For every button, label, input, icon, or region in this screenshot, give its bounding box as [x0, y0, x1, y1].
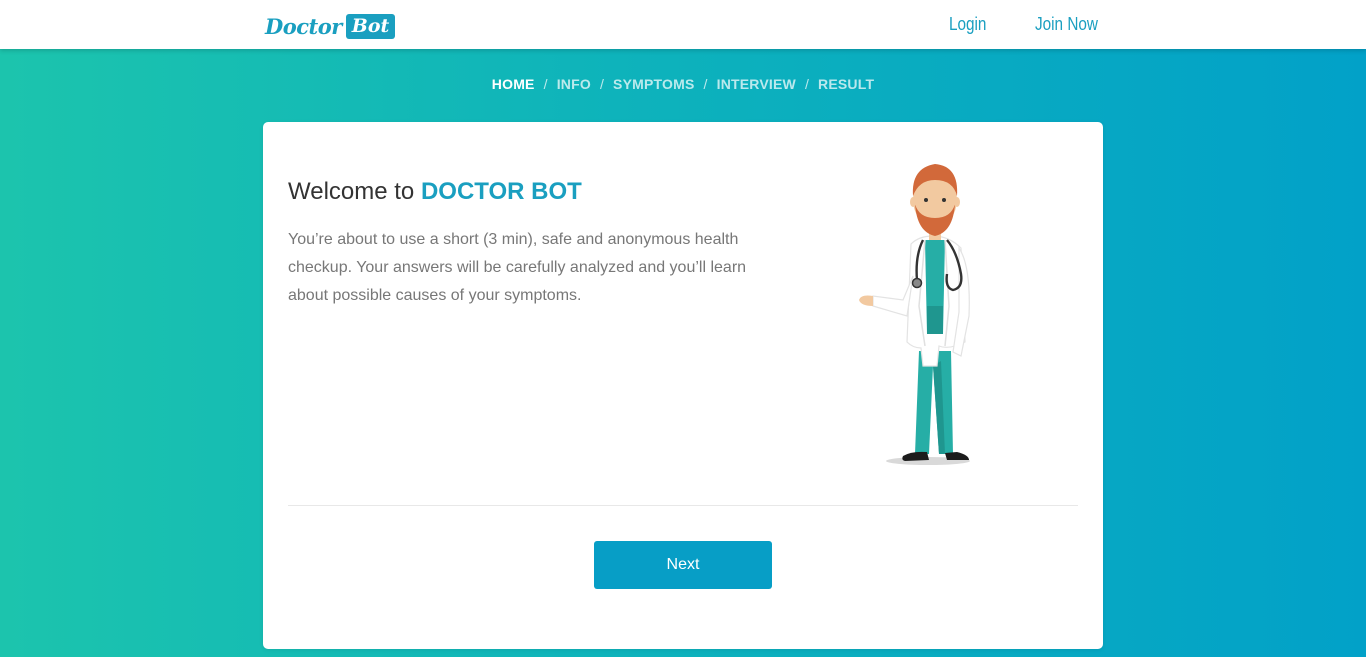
breadcrumb-result[interactable]: RESULT [818, 76, 874, 92]
welcome-prefix: Welcome to [288, 178, 415, 205]
breadcrumb: HOME / INFO / SYMPTOMS / INTERVIEW / RESULT [0, 76, 1366, 92]
breadcrumb-separator: / [804, 76, 810, 92]
breadcrumb-separator: / [543, 76, 548, 92]
welcome-card: Welcome to DOCTOR BOT You’re about to us… [263, 122, 1103, 649]
breadcrumb-interview[interactable]: INTERVIEW [717, 76, 796, 92]
welcome-heading: Welcome to DOCTOR BOT [288, 178, 582, 206]
breadcrumb-separator: / [599, 76, 605, 92]
doctor-illustration [859, 164, 970, 465]
logo-word: Doctor [265, 13, 342, 39]
breadcrumb-home[interactable]: HOME [492, 76, 535, 92]
join-now-link[interactable]: Join Now [1035, 14, 1098, 35]
logo-box: Bot [345, 13, 396, 39]
breadcrumb-symptoms[interactable]: SYMPTOMS [613, 76, 694, 92]
doctor-bot-logo[interactable]: Doctor Bot [265, 11, 396, 41]
top-navbar: Doctor Bot Login Join Now [0, 0, 1366, 49]
breadcrumb-separator: / [703, 76, 708, 92]
breadcrumb-info[interactable]: INFO [557, 76, 591, 92]
next-button[interactable]: Next [594, 541, 772, 589]
intro-text: You’re about to use a short (3 min), saf… [288, 231, 747, 304]
card-divider [288, 505, 1078, 506]
login-link[interactable]: Login [949, 14, 986, 35]
welcome-brand: DOCTOR BOT [420, 178, 582, 205]
